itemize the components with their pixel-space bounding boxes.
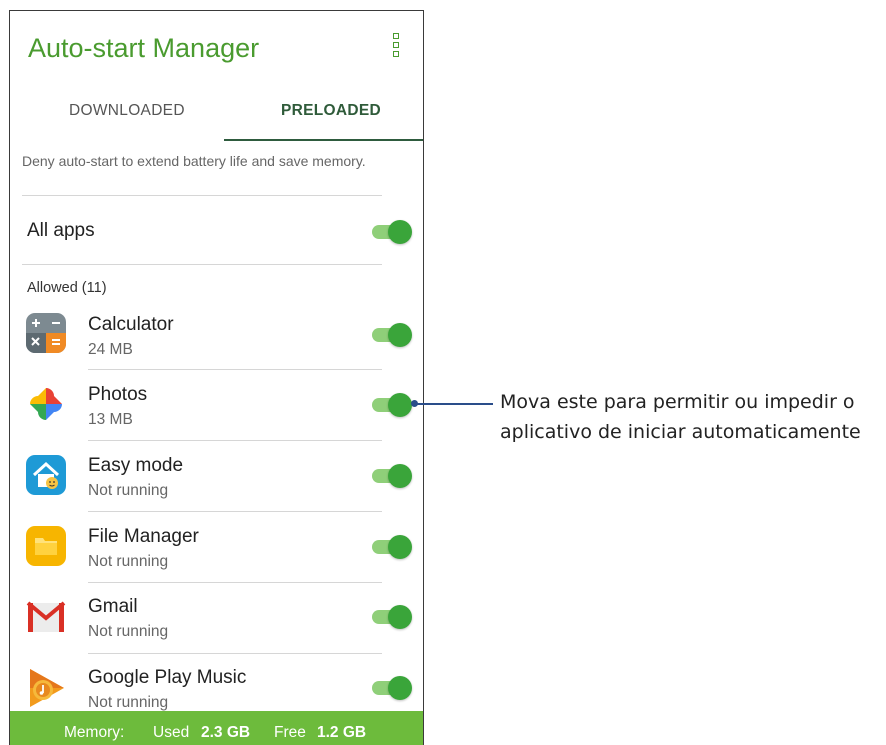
app-size: 24 MB bbox=[88, 341, 133, 358]
gmail-toggle[interactable] bbox=[372, 605, 412, 629]
photos-icon bbox=[30, 388, 62, 420]
app-title: Auto-start Manager bbox=[28, 33, 260, 63]
all-apps-toggle[interactable] bbox=[372, 220, 412, 244]
file-manager-toggle[interactable] bbox=[372, 535, 412, 559]
app-status: Not running bbox=[88, 623, 169, 640]
free-value: 1.2 GB bbox=[317, 724, 367, 741]
divider bbox=[22, 195, 382, 196]
app-name: Photos bbox=[88, 384, 148, 405]
app-status: Not running bbox=[88, 694, 169, 711]
annotation-callout: Mova este para permitir ou impedir o apl… bbox=[500, 387, 861, 447]
app-status: Not running bbox=[88, 482, 169, 499]
divider bbox=[88, 582, 382, 583]
app-name: File Manager bbox=[88, 526, 199, 547]
tab-downloaded[interactable]: DOWNLOADED bbox=[69, 102, 185, 120]
app-name: Calculator bbox=[88, 314, 174, 335]
play-music-icon bbox=[30, 669, 64, 707]
annotation-line2: aplicativo de iniciar automaticamente bbox=[500, 421, 861, 443]
used-value: 2.3 GB bbox=[201, 724, 251, 741]
divider bbox=[88, 440, 382, 441]
divider bbox=[22, 264, 382, 265]
play-music-toggle[interactable] bbox=[372, 676, 412, 700]
divider bbox=[88, 653, 382, 654]
annotation-line1: Mova este para permitir ou impedir o bbox=[500, 391, 855, 413]
gmail-icon bbox=[26, 601, 66, 632]
file-manager-icon bbox=[26, 526, 66, 566]
annotation-dot bbox=[411, 400, 418, 407]
tab-preloaded[interactable]: PRELOADED bbox=[281, 102, 381, 120]
divider bbox=[88, 511, 382, 512]
memory-footer: Memory: Used 2.3 GB Free 1.2 GB bbox=[10, 711, 423, 745]
annotation-connector bbox=[415, 403, 493, 405]
app-status: Not running bbox=[88, 553, 169, 570]
phone-screen: Auto-start Manager DOWNLOADED PRELOADED … bbox=[9, 10, 424, 745]
app-size: 13 MB bbox=[88, 411, 133, 428]
calculator-toggle[interactable] bbox=[372, 323, 412, 347]
app-name: Google Play Music bbox=[88, 667, 247, 688]
divider bbox=[88, 369, 382, 370]
app-name: Easy mode bbox=[88, 455, 184, 476]
calculator-icon bbox=[26, 313, 66, 353]
description-text: Deny auto-start to extend battery life a… bbox=[22, 153, 366, 169]
photos-toggle[interactable] bbox=[372, 393, 412, 417]
memory-label: Memory: bbox=[64, 724, 125, 741]
free-label: Free bbox=[274, 724, 306, 741]
app-name: Gmail bbox=[88, 596, 138, 617]
all-apps-label: All apps bbox=[27, 220, 95, 241]
more-vert-icon[interactable] bbox=[391, 33, 401, 57]
active-tab-indicator bbox=[224, 139, 423, 141]
easy-mode-toggle[interactable] bbox=[372, 464, 412, 488]
used-label: Used bbox=[153, 724, 190, 741]
allowed-section-header: Allowed (11) bbox=[27, 280, 107, 296]
easy-mode-icon bbox=[26, 455, 66, 495]
